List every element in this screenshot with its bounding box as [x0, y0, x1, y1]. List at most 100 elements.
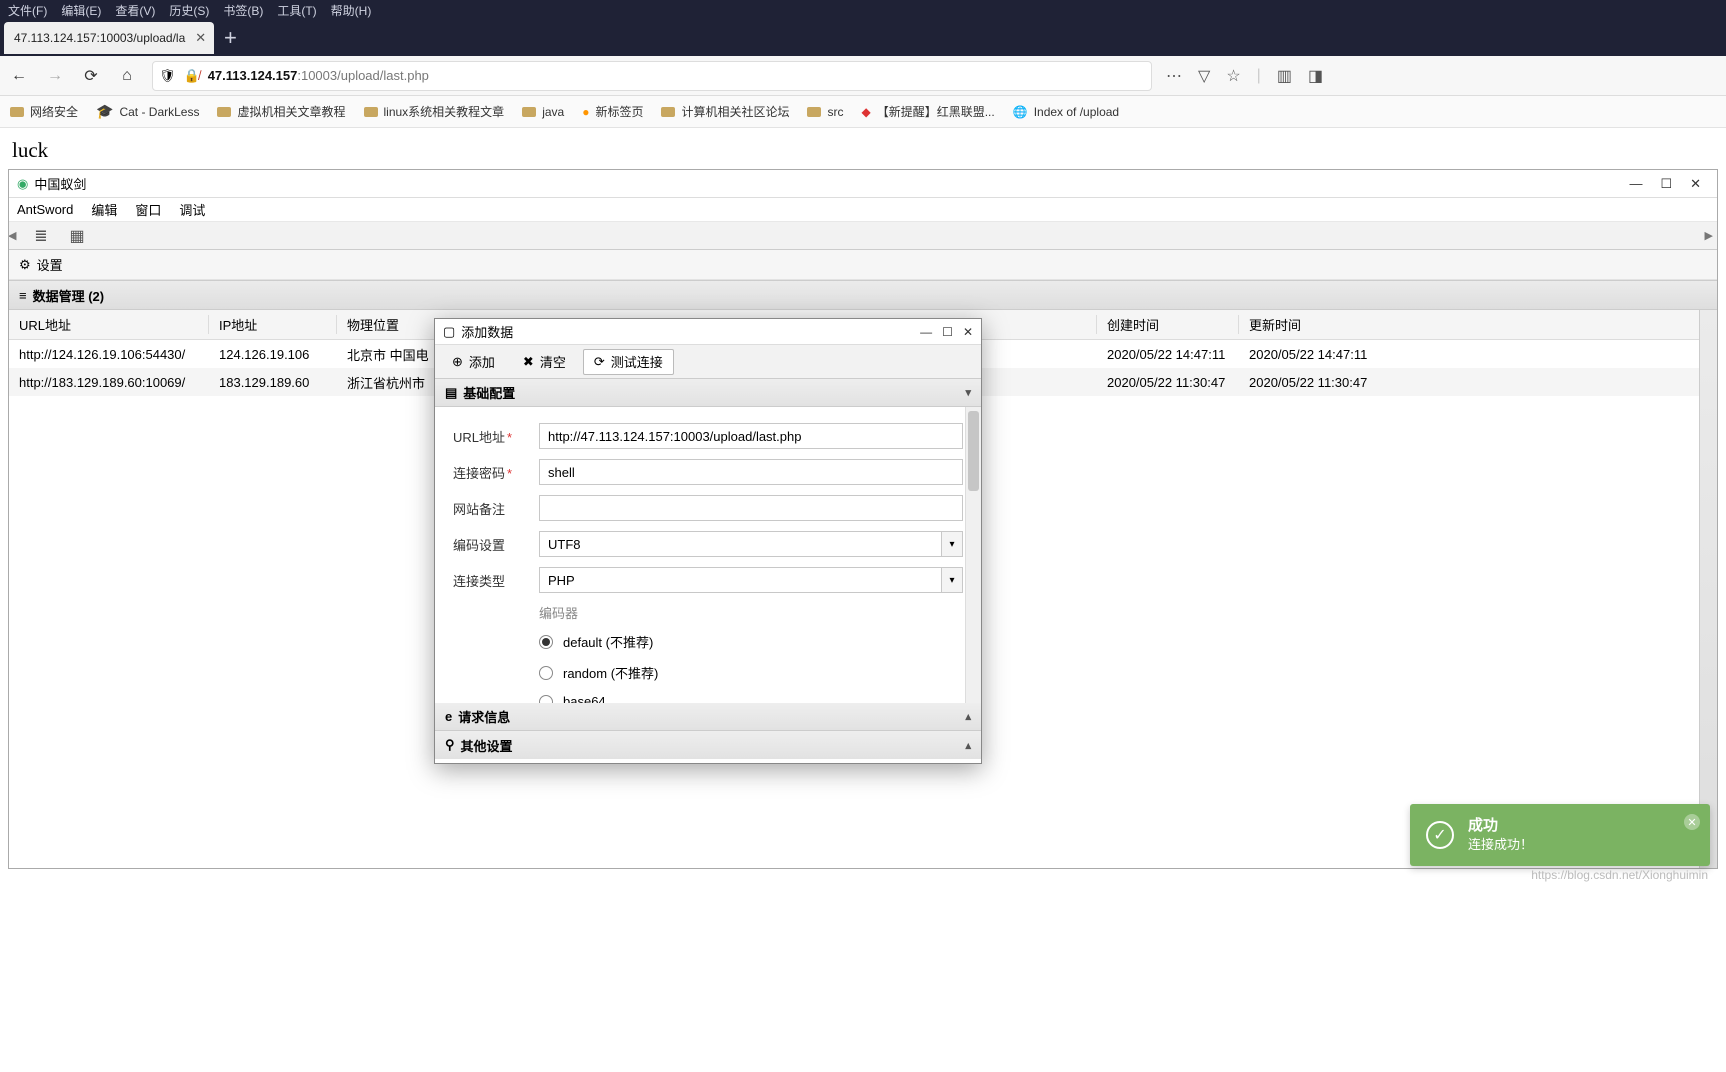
test-connection-button[interactable]: ⟳测试连接 [583, 349, 674, 375]
modal-title: 添加数据 [461, 322, 513, 341]
new-tab-button[interactable]: + [224, 25, 237, 51]
list-view-button[interactable]: ≣ [27, 225, 55, 247]
radio-icon[interactable] [539, 666, 553, 680]
toast-close-button[interactable]: ✕ [1684, 814, 1700, 830]
bookmark-item[interactable]: 计算机相关社区论坛 [661, 103, 789, 120]
col-updated[interactable]: 更新时间 [1239, 315, 1717, 334]
modal-toolbar: ⊕添加 ✖清空 ⟳测试连接 [435, 345, 981, 379]
folder-icon [661, 107, 675, 117]
library-icon[interactable]: ▥ [1277, 66, 1292, 86]
app-menubar[interactable]: AntSword 编辑 窗口 调试 [9, 198, 1717, 222]
menu-antsword[interactable]: AntSword [17, 202, 73, 217]
close-button[interactable]: ✕ [1690, 176, 1701, 192]
app-titlebar[interactable]: ◉ 中国蚁剑 — ☐ ✕ [9, 170, 1717, 198]
col-url[interactable]: URL地址 [9, 315, 209, 334]
close-button[interactable]: ✕ [963, 325, 973, 339]
bookmark-item[interactable]: linux系统相关教程文章 [364, 103, 505, 120]
encoder-label: 编码器 [539, 603, 963, 622]
chevron-down-icon[interactable]: ▾ [941, 567, 963, 593]
url-bar[interactable]: 🛡 🔒̸ 47.113.124.157:10003/upload/last.ph… [152, 61, 1152, 91]
row-type: 连接类型 ▾ [453, 567, 963, 593]
x-icon: ✖ [523, 354, 534, 370]
sliders-icon: ⚲ [445, 737, 455, 753]
modal-titlebar[interactable]: ▢ 添加数据 — ☐ ✕ [435, 319, 981, 345]
minimize-button[interactable]: — [1629, 176, 1642, 192]
side-panel-collapsed[interactable] [1699, 310, 1717, 869]
meatball-icon[interactable]: ⋯ [1166, 66, 1182, 86]
request-info-header[interactable]: e 请求信息 ▴ [435, 703, 981, 731]
chevron-down-icon[interactable]: ▾ [941, 531, 963, 557]
menu-help[interactable]: 帮助(H) [331, 2, 372, 19]
list-icon: ≡ [19, 288, 27, 303]
star-icon[interactable]: ☆ [1226, 66, 1240, 86]
data-panel-header[interactable]: ≡ 数据管理 (2) [9, 280, 1717, 310]
menu-file[interactable]: 文件(F) [8, 2, 47, 19]
folder-icon [217, 107, 231, 117]
close-tab-icon[interactable]: ✕ [195, 30, 206, 46]
chevron-down-icon: ▾ [965, 386, 971, 399]
scroll-thumb[interactable] [968, 411, 979, 491]
maximize-button[interactable]: ☐ [942, 325, 953, 339]
edge-icon: e [445, 709, 452, 724]
bookmarks-bar[interactable]: 网络安全 🎓Cat - DarkLess 虚拟机相关文章教程 linux系统相关… [0, 96, 1726, 128]
home-button[interactable]: ⌂ [116, 65, 138, 87]
minimize-button[interactable]: — [920, 325, 932, 339]
encoder-option[interactable]: default (不推荐) [539, 632, 963, 651]
bookmark-item[interactable]: 🌐Index of /upload [1013, 105, 1119, 119]
tabbar: 47.113.124.157:10003/upload/la ✕ + [0, 20, 1726, 56]
bookmark-item[interactable]: 🎓Cat - DarkLess [96, 103, 199, 120]
pocket-icon[interactable]: ▽ [1198, 66, 1210, 86]
menu-bookmarks[interactable]: 书签(B) [223, 2, 263, 19]
reload-button[interactable]: ⟳ [80, 65, 102, 87]
watermark: https://blog.csdn.net/Xionghuimin [1531, 868, 1708, 882]
other-settings-header[interactable]: ⚲ 其他设置 ▴ [435, 731, 981, 759]
scroll-left-icon[interactable]: ◀ [8, 229, 16, 242]
bookmark-item[interactable]: java [522, 105, 564, 119]
sidebar-icon[interactable]: ◨ [1308, 66, 1323, 86]
url-input[interactable] [539, 423, 963, 449]
window-icon: ▢ [443, 324, 455, 340]
plus-icon: ⊕ [452, 354, 463, 370]
bookmark-item[interactable]: src [807, 105, 843, 119]
nav-row: ← → ⟳ ⌂ 🛡 🔒̸ 47.113.124.157:10003/upload… [0, 56, 1726, 96]
radio-icon[interactable] [539, 635, 553, 649]
menu-window[interactable]: 窗口 [135, 200, 161, 219]
encoder-option[interactable]: base64 [539, 694, 963, 703]
password-input[interactable] [539, 459, 963, 485]
menu-edit[interactable]: 编辑(E) [61, 2, 101, 19]
add-data-modal: ▢ 添加数据 — ☐ ✕ ⊕添加 ✖清空 ⟳测试连接 ▤ 基础配置 ▾ URL地… [434, 318, 982, 764]
remark-input[interactable] [539, 495, 963, 521]
scroll-right-icon[interactable]: ▶ [1705, 229, 1713, 242]
form-area: URL地址* 连接密码* 网站备注 编码设置 ▾ 连接类型 ▾ 编码器 defa… [435, 407, 981, 703]
settings-bar[interactable]: ⚙ 设置 [9, 250, 1717, 280]
back-button[interactable]: ← [8, 65, 30, 87]
menu-view[interactable]: 查看(V) [115, 2, 155, 19]
add-button[interactable]: ⊕添加 [441, 349, 506, 375]
bookmark-item[interactable]: 网络安全 [10, 103, 78, 120]
bookmark-item[interactable]: ◆【新提醒】红黑联盟... [861, 103, 994, 120]
col-ip[interactable]: IP地址 [209, 315, 337, 334]
bookmark-item[interactable]: ●新标签页 [582, 103, 643, 120]
bookmark-item[interactable]: 虚拟机相关文章教程 [217, 103, 345, 120]
menu-history[interactable]: 历史(S) [169, 2, 209, 19]
insecure-icon: 🔒̸ [184, 68, 200, 84]
menu-tools[interactable]: 工具(T) [277, 2, 316, 19]
scrollbar[interactable] [965, 407, 981, 703]
browser-tab[interactable]: 47.113.124.157:10003/upload/la ✕ [4, 22, 214, 54]
encoder-option[interactable]: random (不推荐) [539, 663, 963, 682]
tracking-shield-icon[interactable]: 🛡 [159, 68, 176, 84]
clear-button[interactable]: ✖清空 [512, 349, 577, 375]
basic-config-header[interactable]: ▤ 基础配置 ▾ [435, 379, 981, 407]
forward-button[interactable]: → [44, 65, 66, 87]
app-icon: ◉ [17, 176, 28, 192]
row-remark: 网站备注 [453, 495, 963, 521]
maximize-button[interactable]: ☐ [1660, 176, 1672, 192]
radio-icon[interactable] [539, 695, 553, 704]
type-select[interactable] [539, 567, 963, 593]
grid-view-button[interactable]: ▦ [63, 225, 91, 247]
col-created[interactable]: 创建时间 [1097, 315, 1239, 334]
encoding-select[interactable] [539, 531, 963, 557]
menu-debug[interactable]: 调试 [179, 200, 205, 219]
menu-edit[interactable]: 编辑 [91, 200, 117, 219]
browser-menubar[interactable]: 文件(F) 编辑(E) 查看(V) 历史(S) 书签(B) 工具(T) 帮助(H… [0, 0, 1726, 20]
